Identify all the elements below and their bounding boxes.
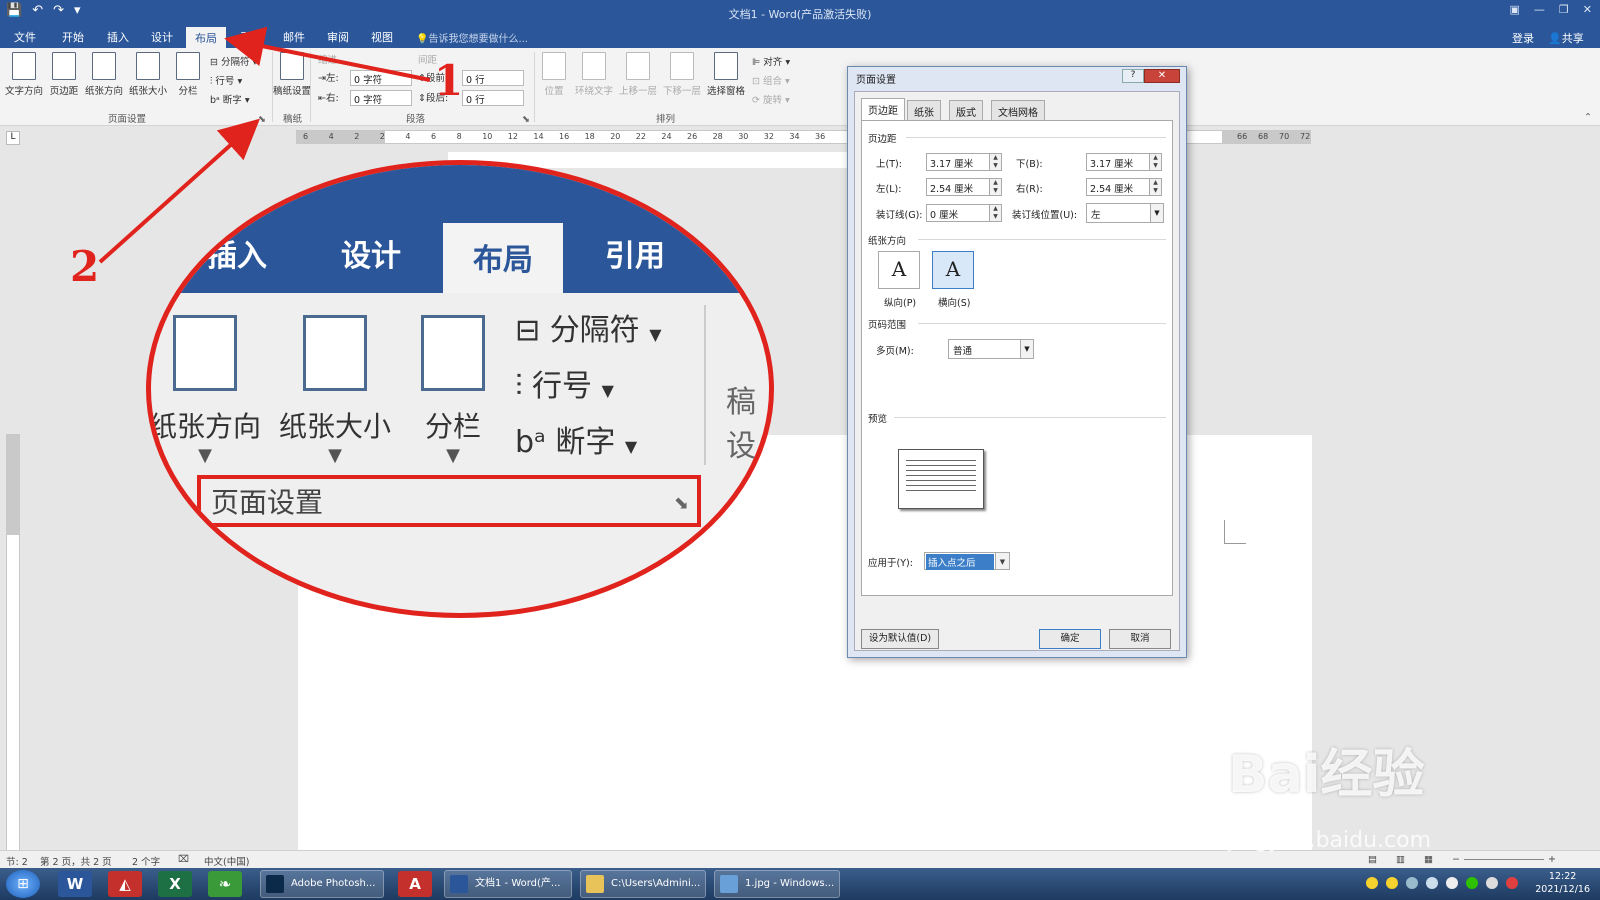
task-explorer[interactable]: C:\Users\Admini...: [580, 870, 706, 898]
tab-margins[interactable]: 页边距: [861, 98, 905, 120]
section-pages: 页码范围: [868, 320, 907, 331]
gutter-input[interactable]: 0 厘米: [926, 204, 990, 222]
left-margin-input[interactable]: 2.54 厘米: [926, 178, 990, 196]
qq-tray-icon[interactable]: [1366, 877, 1378, 889]
dialog-close-button[interactable]: ✕: [1144, 69, 1180, 83]
baidu-watermark: Bai经验: [1228, 745, 1425, 805]
photoshop-icon: [266, 875, 284, 893]
annotation-number-1: 1: [434, 56, 464, 105]
apply-to-label: 应用于(Y):: [868, 558, 913, 569]
system-clock[interactable]: 12:22 2021/12/16: [1535, 870, 1590, 896]
folder-icon: [586, 875, 604, 893]
annotation-number-2: 2: [70, 242, 100, 291]
chevron-down-icon[interactable]: ▼: [996, 552, 1010, 570]
word-pinned-icon[interactable]: W: [58, 871, 92, 897]
status-words[interactable]: 2 个字: [132, 854, 160, 868]
bottom-margin-input[interactable]: 3.17 厘米: [1086, 153, 1150, 171]
right-margin-spinner[interactable]: ▲ ▼: [1150, 178, 1162, 196]
apply-to-select[interactable]: 插入点之后: [924, 552, 996, 570]
baidu-watermark-url: jingyan.baidu.com: [1228, 828, 1432, 853]
multiple-pages-label: 多页(M):: [876, 346, 914, 357]
status-section[interactable]: 节: 2: [6, 854, 28, 868]
dialog-title: 页面设置: [856, 75, 896, 86]
tab-layout-page[interactable]: 版式: [949, 100, 983, 120]
zoom-out-icon[interactable]: −: [1452, 854, 1460, 865]
proofing-icon[interactable]: ⌧: [178, 854, 189, 865]
portrait-label: 纵向(P): [884, 298, 917, 309]
status-language[interactable]: 中文(中国): [204, 854, 249, 868]
right-margin-input[interactable]: 2.54 厘米: [1086, 178, 1150, 196]
section-divider: [894, 417, 1166, 418]
arrow-to-layout-tab: [224, 26, 431, 82]
left-margin-label: 左(L):: [876, 184, 902, 195]
margins-tab-pane: 页边距 上(T): 3.17 厘米 ▲ ▼ 下(B): 3.17 厘米 ▲ ▼ 左(…: [861, 120, 1173, 596]
top-margin-label: 上(T):: [876, 159, 902, 170]
tab-doc-grid[interactable]: 文档网格: [991, 100, 1045, 120]
photo-viewer-icon: [720, 875, 738, 893]
chevron-down-icon: ▼: [1150, 204, 1163, 222]
bottom-margin-spinner[interactable]: ▲ ▼: [1150, 153, 1162, 171]
security-icon[interactable]: [1506, 877, 1518, 889]
arrow-to-page-setup-launcher: [98, 118, 260, 264]
status-page[interactable]: 第 2 页，共 2 页: [40, 854, 112, 868]
help-button[interactable]: ?: [1122, 69, 1144, 83]
read-mode-icon[interactable]: ▤: [1368, 854, 1377, 865]
section-preview: 预览: [868, 414, 888, 425]
display-icon[interactable]: [1486, 877, 1498, 889]
task-word[interactable]: 文档1 - Word(产...: [444, 870, 572, 898]
section-orientation: 纸张方向: [868, 236, 907, 247]
windows-taskbar: ⊞ W ◭ X ❧ Adobe Photosh... A 文档1 - Word(…: [0, 868, 1600, 900]
portrait-button[interactable]: A: [878, 251, 920, 289]
task-photoshop[interactable]: Adobe Photosh...: [260, 870, 384, 898]
gutter-spinner[interactable]: ▲ ▼: [990, 204, 1002, 222]
landscape-label: 横向(S): [938, 298, 971, 309]
web-layout-icon[interactable]: ▦: [1424, 854, 1433, 865]
dialog-body: 页边距 纸张 版式 文档网格 页边距 上(T): 3.17 厘米 ▲ ▼ 下(B)…: [854, 91, 1180, 651]
excel-pinned-icon[interactable]: X: [158, 871, 192, 897]
top-margin-input[interactable]: 3.17 厘米: [926, 153, 990, 171]
print-layout-icon[interactable]: ▥: [1396, 854, 1405, 865]
top-margin-spinner[interactable]: ▲ ▼: [990, 153, 1002, 171]
gutter-position-select[interactable]: 左 ▼: [1086, 203, 1164, 223]
word-icon: [450, 875, 468, 893]
gutter-label: 装订线(G):: [876, 210, 923, 221]
page-setup-dialog: 页面设置 ? ✕ 页边距 纸张 版式 文档网格 页边距 上(T): 3.17 厘…: [847, 66, 1187, 658]
tab-paper[interactable]: 纸张: [907, 100, 941, 120]
tray-icon[interactable]: [1406, 877, 1418, 889]
gutter-position-label: 装订线位置(U):: [1012, 210, 1078, 221]
right-margin-label: 右(R):: [1016, 184, 1043, 195]
left-margin-spinner[interactable]: ▲ ▼: [990, 178, 1002, 196]
acrobat-pinned-icon[interactable]: A: [398, 871, 432, 897]
section-divider: [918, 239, 1166, 240]
volume-icon[interactable]: [1446, 877, 1458, 889]
zoom-slider[interactable]: [1464, 859, 1544, 860]
network-icon[interactable]: [1426, 877, 1438, 889]
set-default-button[interactable]: 设为默认值(D): [861, 629, 939, 649]
zoom-in-icon[interactable]: +: [1548, 854, 1556, 865]
cancel-button[interactable]: 取消: [1109, 629, 1171, 649]
qq-tray-icon[interactable]: [1386, 877, 1398, 889]
bottom-margin-label: 下(B):: [1016, 159, 1043, 170]
task-photo-viewer[interactable]: 1.jpg - Windows...: [714, 870, 840, 898]
section-divider: [906, 137, 1166, 138]
chevron-down-icon: ▼: [1020, 340, 1033, 358]
section-divider: [918, 323, 1166, 324]
app-pinned-icon[interactable]: ❧: [208, 871, 242, 897]
windows-start-icon[interactable]: ⊞: [6, 870, 40, 898]
preview-thumbnail: [898, 449, 984, 509]
wechat-icon[interactable]: [1466, 877, 1478, 889]
pdf-pinned-icon[interactable]: ◭: [108, 871, 142, 897]
landscape-button[interactable]: A: [932, 251, 974, 289]
multiple-pages-select[interactable]: 普通 ▼: [948, 339, 1034, 359]
section-margins: 页边距: [868, 134, 897, 145]
ok-button[interactable]: 确定: [1039, 629, 1101, 649]
